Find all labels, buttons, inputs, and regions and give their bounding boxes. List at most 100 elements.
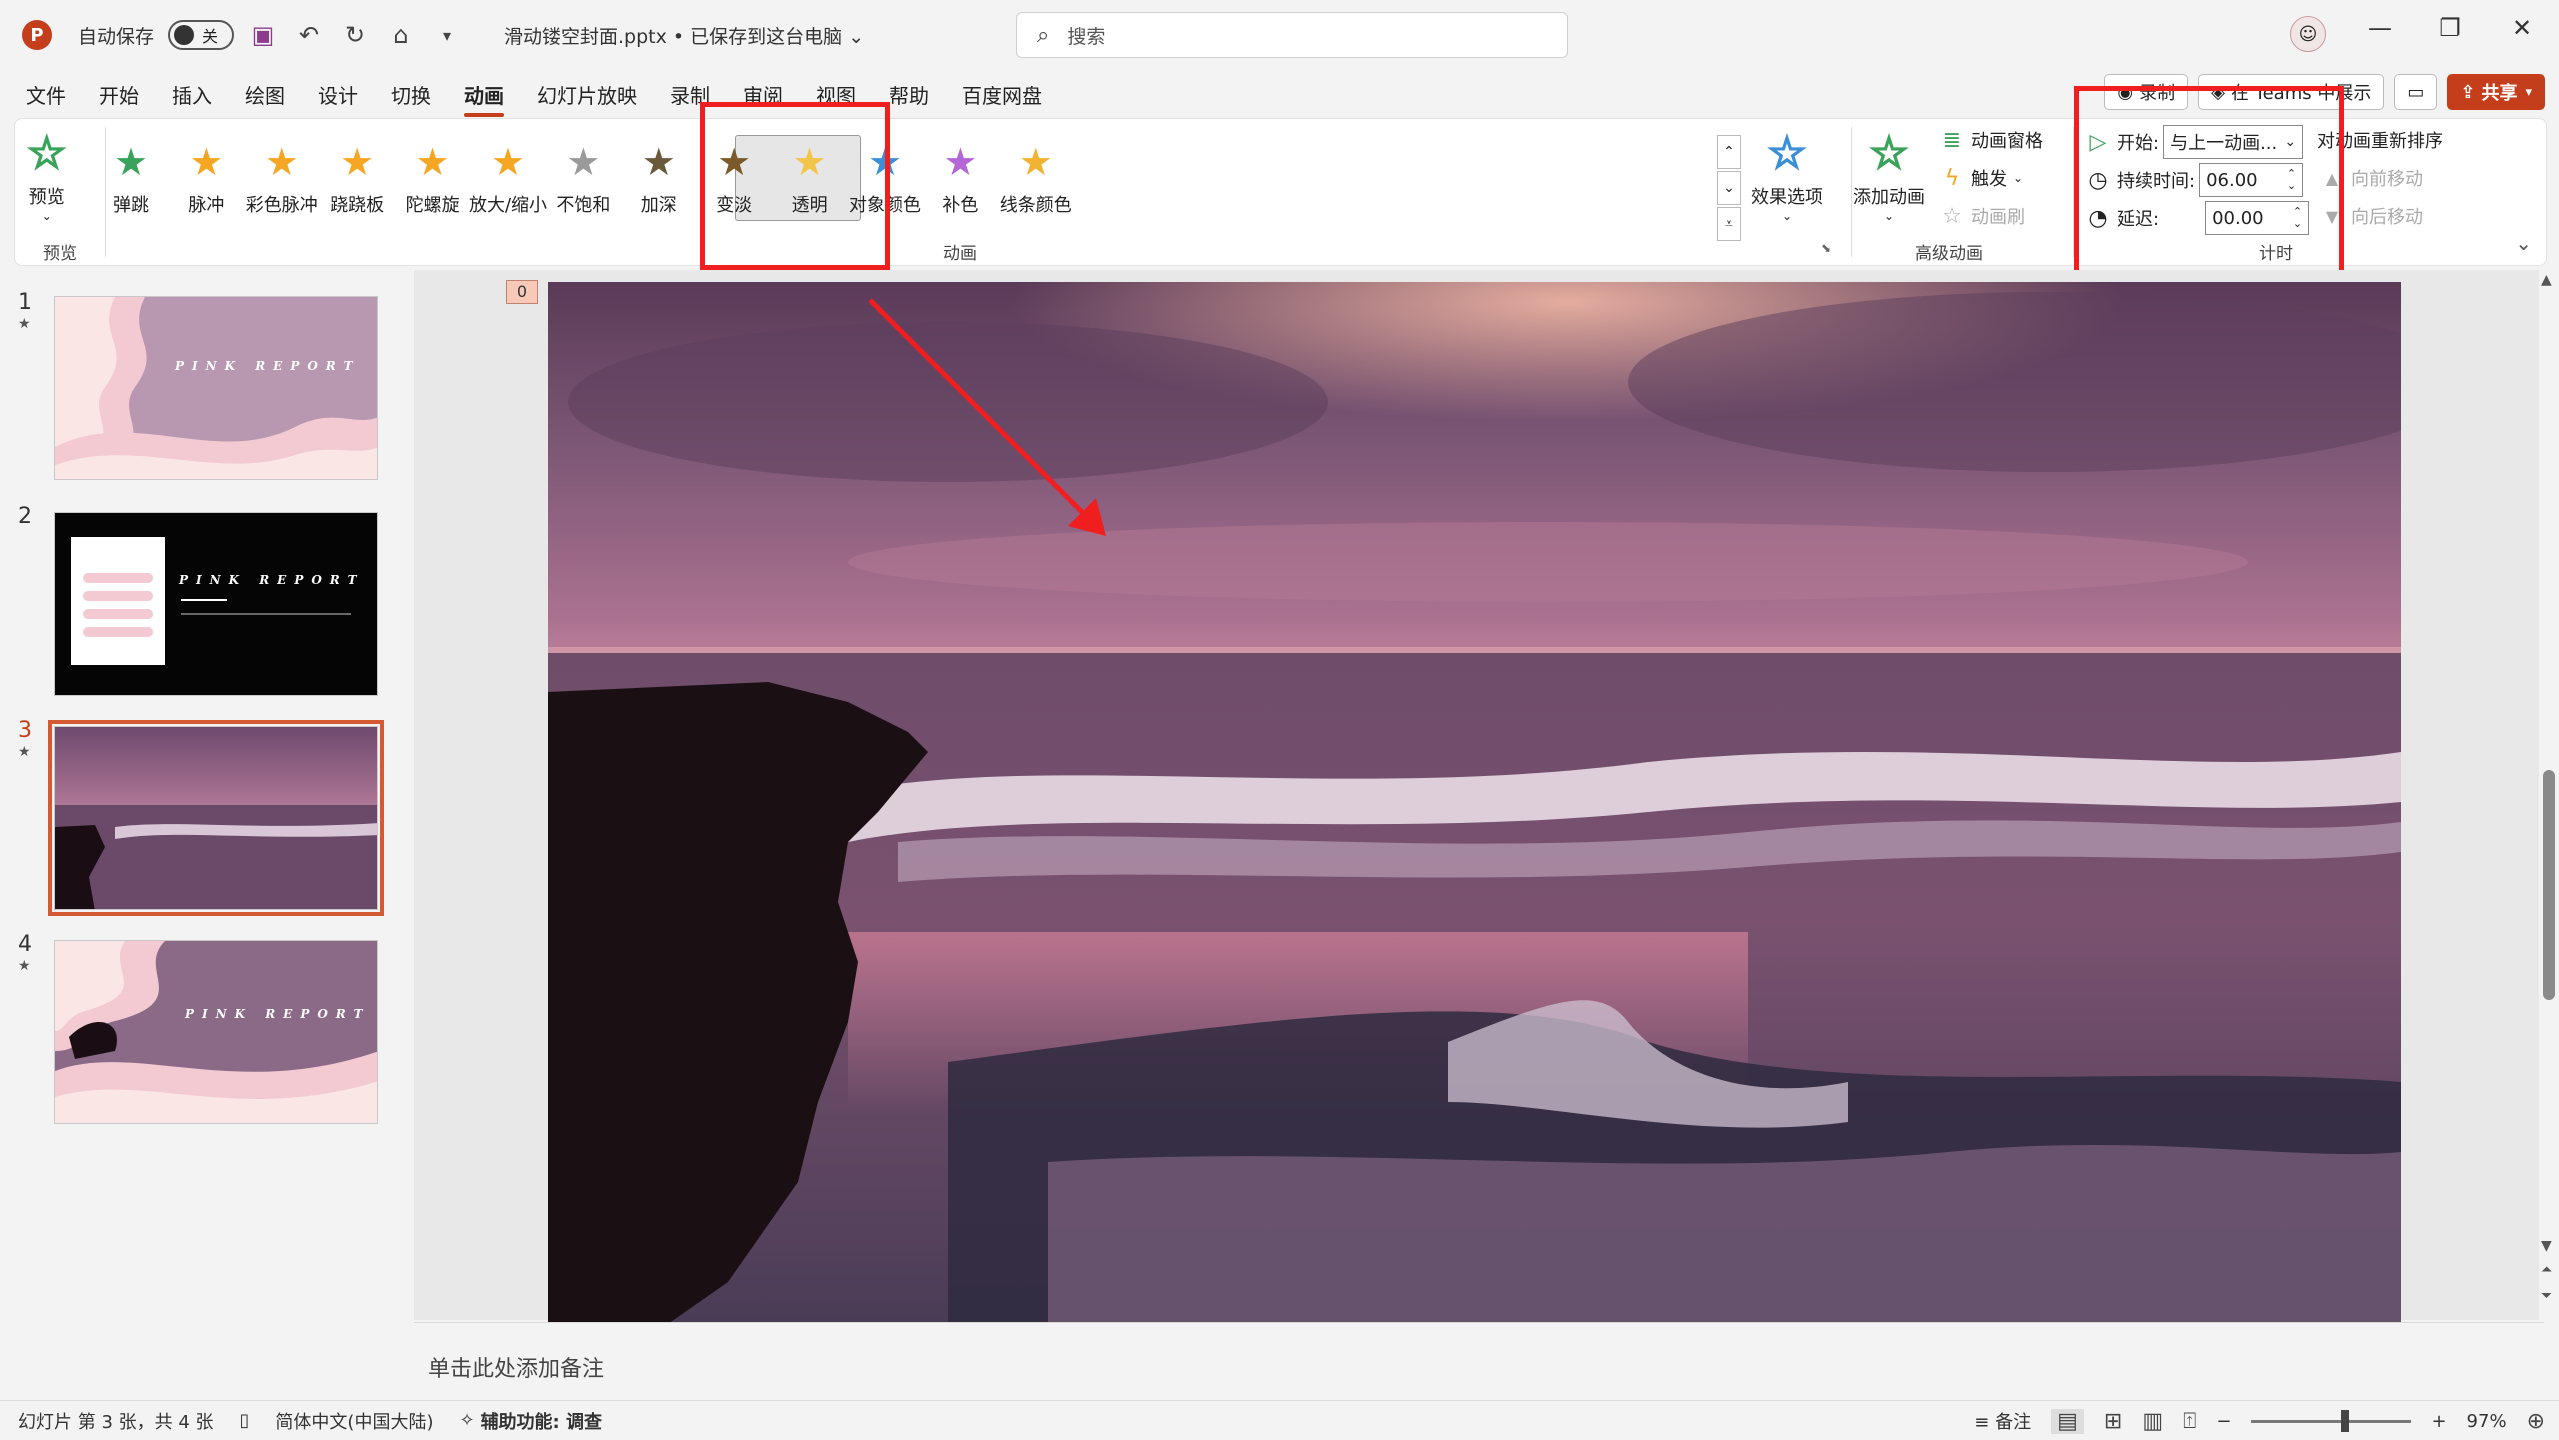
- effect-options-icon: ☆: [1766, 128, 1807, 180]
- preview-button[interactable]: ☆ 预览 ⌄: [26, 128, 67, 224]
- trigger-dropdown-icon: ⌄: [2013, 171, 2024, 185]
- redo-icon[interactable]: ↻: [338, 18, 372, 52]
- animation-option-label: 线条颜色: [999, 195, 1072, 216]
- save-icon[interactable]: ▣: [246, 18, 280, 52]
- comments-button[interactable]: ▭: [2394, 74, 2438, 110]
- slide-number: 2: [18, 504, 32, 529]
- tab-home[interactable]: 开始: [99, 80, 139, 109]
- autosave-toggle[interactable]: 关: [168, 20, 235, 50]
- move-earlier-label: 向前移动: [2351, 169, 2423, 190]
- animation-star-icon: ★: [641, 140, 676, 184]
- next-slide-icon[interactable]: ⏷: [2541, 1288, 2552, 1304]
- gallery-scroll-up[interactable]: ⌃: [1717, 135, 1741, 169]
- effect-options-button[interactable]: ☆ 效果选项 ⌄: [1751, 128, 1823, 224]
- gallery-scroll-down[interactable]: ⌄: [1717, 171, 1741, 205]
- search-icon: ⌕: [1037, 22, 1050, 48]
- slide-count-status: 幻灯片 第 3 张，共 4 张: [18, 1411, 214, 1433]
- document-title[interactable]: 滑动镂空封面.pptx • 已保存到这台电脑 ⌄: [504, 22, 864, 49]
- effect-options-label: 效果选项: [1751, 187, 1823, 208]
- present-icon[interactable]: ⌂: [384, 18, 418, 52]
- slide-sorter-view-icon[interactable]: ⊞: [2104, 1409, 2122, 1434]
- tab-file[interactable]: 文件: [26, 80, 66, 109]
- minimize-icon[interactable]: —: [2360, 14, 2400, 42]
- tab-baidu-netdisk[interactable]: 百度网盘: [962, 80, 1042, 109]
- zoom-level[interactable]: 97%: [2467, 1411, 2507, 1432]
- fit-to-window-icon[interactable]: ⊕: [2527, 1409, 2545, 1434]
- animation-option-label: 脉冲: [188, 195, 225, 216]
- tab-draw[interactable]: 绘图: [245, 80, 285, 109]
- slide-1-title: PINK REPORT: [175, 359, 361, 373]
- restore-icon[interactable]: ❐: [2430, 14, 2470, 42]
- zoom-in-icon[interactable]: +: [2431, 1411, 2446, 1432]
- animation-pane-icon: ≣: [1942, 127, 1962, 153]
- close-icon[interactable]: ✕: [2502, 14, 2542, 42]
- zoom-slider-knob[interactable]: [2341, 1409, 2350, 1432]
- notes-toggle-button[interactable]: ≡ 备注: [1974, 1408, 2031, 1434]
- add-animation-button[interactable]: ☆ 添加动画 ⌄: [1853, 128, 1925, 224]
- annotation-red-arrow: [868, 298, 1106, 536]
- notes-placeholder: 单击此处添加备注: [428, 1357, 605, 1382]
- tab-slideshow[interactable]: 幻灯片放映: [537, 80, 637, 109]
- animation-dialog-launcher-icon[interactable]: ⬊: [1821, 241, 1831, 255]
- search-box[interactable]: ⌕ 搜索: [1016, 12, 1568, 58]
- slide-1-background: [55, 297, 377, 479]
- notes-icon: ≡: [1974, 1412, 1990, 1433]
- autosave-label: 自动保存: [78, 25, 155, 48]
- animation-option-label: 放大/缩小: [468, 195, 548, 216]
- powerpoint-logo-icon: P: [22, 20, 52, 50]
- slide-number: 4: [18, 932, 32, 957]
- slide-thumbnail-2[interactable]: PINK REPORT: [54, 512, 378, 696]
- scroll-up-icon[interactable]: ▲: [2541, 272, 2552, 288]
- accessibility-label: 辅助功能: 调查: [480, 1411, 603, 1433]
- trigger-lightning-icon: ϟ: [1944, 165, 1960, 191]
- slideshow-view-icon[interactable]: ⍐: [2183, 1409, 2196, 1434]
- trigger-button[interactable]: ϟ 触发 ⌄: [1939, 165, 2023, 191]
- animation-star-icon: ★: [113, 140, 149, 184]
- user-avatar[interactable]: ☺: [2290, 16, 2326, 52]
- animation-order-tag[interactable]: 0: [506, 280, 538, 304]
- add-animation-icon: ☆: [1868, 128, 1909, 180]
- current-slide-canvas[interactable]: [548, 282, 2401, 1324]
- accessibility-status[interactable]: ✧ 辅助功能: 调查: [459, 1408, 602, 1434]
- trigger-label: 触发: [1971, 169, 2007, 190]
- scrollbar-thumb[interactable]: [2543, 770, 2555, 1000]
- tab-help[interactable]: 帮助: [889, 80, 929, 109]
- tab-insert[interactable]: 插入: [172, 80, 212, 109]
- animation-star-icon: ★: [566, 140, 601, 184]
- preview-star-icon: ☆: [26, 128, 67, 180]
- undo-icon[interactable]: ↶: [292, 18, 326, 52]
- customize-quick-access-icon[interactable]: ▾: [430, 18, 464, 52]
- previous-slide-icon[interactable]: ⏶: [2541, 1262, 2552, 1278]
- slide-thumbnail-1[interactable]: PINK REPORT: [54, 296, 378, 480]
- collapse-ribbon-icon[interactable]: ⌄: [2515, 231, 2532, 255]
- tab-transitions[interactable]: 切换: [391, 80, 431, 109]
- animation-star-icon: ★: [1018, 140, 1053, 184]
- reading-view-icon[interactable]: ▥: [2142, 1409, 2163, 1434]
- spelling-check-icon[interactable]: ▯: [240, 1410, 250, 1431]
- slide-editing-area: 0: [414, 270, 2544, 1324]
- zoom-out-icon[interactable]: −: [2216, 1411, 2231, 1432]
- slide-thumbnail-3[interactable]: [48, 720, 384, 916]
- animation-option[interactable]: ★ 线条颜色: [990, 137, 1082, 217]
- gallery-more[interactable]: ⩡: [1717, 207, 1741, 241]
- animation-star-icon: ★: [490, 140, 526, 184]
- animation-pane-button[interactable]: ≣ 动画窗格: [1939, 127, 2043, 153]
- vertical-scrollbar[interactable]: ▲ ▼ ⏶ ⏷: [2539, 270, 2559, 1320]
- notes-pane[interactable]: 单击此处添加备注: [414, 1322, 2544, 1398]
- language-status[interactable]: 简体中文(中国大陆): [275, 1408, 433, 1434]
- slide-thumbnail-4[interactable]: PINK REPORT: [54, 940, 378, 1124]
- slide-number: 3: [18, 718, 32, 743]
- tab-design[interactable]: 设计: [318, 80, 358, 109]
- share-icon: ⇪: [2460, 81, 2476, 103]
- animation-option-label: 陀螺旋: [405, 195, 460, 216]
- search-placeholder: 搜索: [1067, 25, 1106, 48]
- comment-icon: ▭: [2407, 81, 2425, 103]
- animation-painter-button[interactable]: ☆ 动画刷: [1939, 203, 2025, 229]
- normal-view-icon[interactable]: ▤: [2051, 1408, 2084, 1434]
- group-label-preview: 预览: [43, 244, 77, 264]
- tab-animations[interactable]: 动画: [464, 80, 504, 117]
- sunset-sea-photo: [548, 282, 2401, 1324]
- scroll-down-icon[interactable]: ▼: [2541, 1238, 2552, 1254]
- share-button[interactable]: ⇪ 共享 ▾: [2447, 74, 2545, 110]
- zoom-slider[interactable]: [2251, 1409, 2412, 1432]
